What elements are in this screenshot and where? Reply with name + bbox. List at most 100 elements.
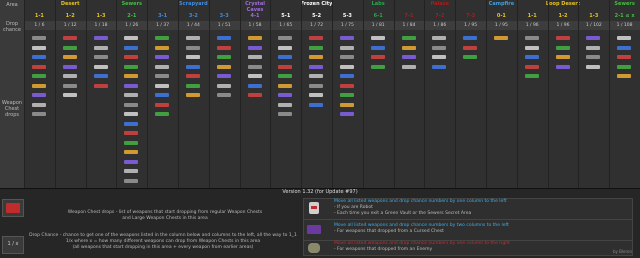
zone-label: 5-1 bbox=[281, 13, 291, 19]
drop-chance-value: 1 / 81 bbox=[371, 23, 385, 28]
weapon-icon bbox=[216, 74, 231, 78]
weapon-icon bbox=[432, 64, 447, 69]
weapon-icon bbox=[340, 93, 354, 97]
weapon-icon bbox=[124, 150, 139, 154]
zone-label: 1-3 bbox=[96, 13, 106, 19]
zone-label: 5-2 bbox=[312, 13, 322, 19]
weapon-icon bbox=[278, 36, 293, 40]
weapon-icon bbox=[124, 83, 139, 88]
zone-label: 2-1 ≤ x bbox=[614, 13, 635, 19]
drop-chance-value: 1 / 84 bbox=[402, 23, 416, 28]
weapon-icon bbox=[247, 74, 262, 78]
weapon-icon bbox=[216, 93, 231, 97]
weapon-icon bbox=[62, 83, 77, 88]
weapon-icon bbox=[124, 55, 139, 59]
table-column bbox=[424, 0, 456, 188]
weapon-icon bbox=[370, 64, 385, 69]
weapon-icon bbox=[247, 36, 262, 40]
weapon-icon bbox=[340, 36, 354, 40]
weapon-icon bbox=[524, 45, 539, 50]
weapon-icon bbox=[124, 45, 139, 50]
drop-chance-icon: 1 / x bbox=[2, 236, 24, 254]
drop-chance-value: 1 / 95 bbox=[494, 23, 508, 28]
weapon-icon bbox=[401, 64, 416, 69]
weapon-icon bbox=[309, 83, 324, 88]
weapon-icon bbox=[340, 45, 354, 50]
weapon-icon bbox=[586, 55, 601, 59]
weapon-icon bbox=[186, 93, 200, 97]
table-column bbox=[609, 0, 640, 188]
weapon-icon bbox=[216, 36, 231, 40]
weapon-icon bbox=[124, 140, 139, 145]
weapon-icon bbox=[370, 45, 385, 50]
table-column bbox=[516, 0, 549, 188]
zone-label: 2-1 bbox=[127, 13, 137, 19]
weapon-icon bbox=[62, 55, 77, 59]
weapon-icon bbox=[32, 83, 46, 88]
drop-chance-value: 1 / 12 bbox=[63, 23, 77, 28]
table-column bbox=[455, 0, 487, 188]
weapon-icon bbox=[309, 55, 324, 59]
table-column bbox=[85, 0, 118, 188]
weapon-icon bbox=[463, 36, 478, 40]
drop-chance-value: 1 / 95 bbox=[464, 23, 478, 28]
weapon-icon bbox=[463, 55, 478, 59]
weapon-icon bbox=[247, 83, 262, 88]
weapon-icon bbox=[309, 64, 324, 69]
weapon-icon bbox=[186, 36, 200, 40]
drop-chance-value: 1 / 86 bbox=[433, 23, 447, 28]
enemy-icon bbox=[305, 240, 323, 258]
weapon-icon bbox=[32, 55, 46, 59]
weapon-icon bbox=[247, 55, 262, 59]
weapon-icon bbox=[309, 102, 324, 107]
drop-chance-value: 1 / 26 bbox=[125, 23, 139, 28]
weapon-icon bbox=[370, 36, 385, 40]
weapon-icon bbox=[186, 74, 200, 78]
drop-chance-value: 1 / 96 bbox=[525, 23, 539, 28]
weapon-icon bbox=[124, 112, 139, 116]
weapon-icon bbox=[278, 93, 293, 97]
weapon-icon bbox=[155, 83, 170, 88]
weapon-icon bbox=[555, 45, 570, 50]
weapon-icon bbox=[62, 74, 77, 78]
weapon-icon bbox=[524, 64, 539, 69]
drop-chance-value: 1 / 72 bbox=[310, 23, 324, 28]
weapon-icon bbox=[278, 55, 293, 59]
zone-label: 1-3 bbox=[589, 13, 599, 19]
zone-label: 1-2 bbox=[65, 13, 75, 19]
weapon-icon bbox=[340, 83, 354, 88]
weapon-icon bbox=[32, 93, 46, 97]
zone-label: 1-1 bbox=[527, 13, 537, 19]
weapon-icon bbox=[186, 83, 200, 88]
weapon-icon bbox=[93, 36, 108, 40]
weapon-icon bbox=[340, 102, 354, 107]
weapon-icon bbox=[340, 74, 354, 78]
weapon-icon bbox=[32, 102, 46, 107]
drop-chance-value: 1 / 96 bbox=[556, 23, 570, 28]
weapon-icon bbox=[32, 64, 46, 69]
weapon-icon bbox=[432, 55, 447, 59]
weapon-icon bbox=[93, 45, 108, 50]
robot-icon bbox=[305, 200, 323, 218]
weapon-icon bbox=[186, 45, 200, 50]
weapon-icon bbox=[93, 55, 108, 59]
weapon-icon bbox=[124, 102, 139, 107]
weapon-chest-drops-label: Weapon Chest drops bbox=[1, 100, 23, 118]
weapon-icon bbox=[155, 45, 170, 50]
weapon-icon bbox=[586, 64, 601, 69]
weapon-icon bbox=[524, 55, 539, 59]
table-column bbox=[393, 0, 426, 188]
weapon-icon bbox=[463, 45, 478, 50]
weapon-icon bbox=[32, 74, 46, 78]
weapon-icon bbox=[186, 55, 200, 59]
zone-label: 5-3 bbox=[342, 13, 352, 19]
weapon-icon bbox=[186, 64, 200, 69]
weapon-icon bbox=[216, 64, 231, 69]
zone-label: 1-2 bbox=[558, 13, 568, 19]
table-column bbox=[362, 0, 395, 188]
weapon-icon bbox=[62, 45, 77, 50]
table-column bbox=[578, 0, 610, 188]
weapon-icon bbox=[309, 45, 324, 50]
credit-text: by Bleron bbox=[612, 249, 632, 254]
zone-label: 7-2 bbox=[435, 13, 445, 19]
